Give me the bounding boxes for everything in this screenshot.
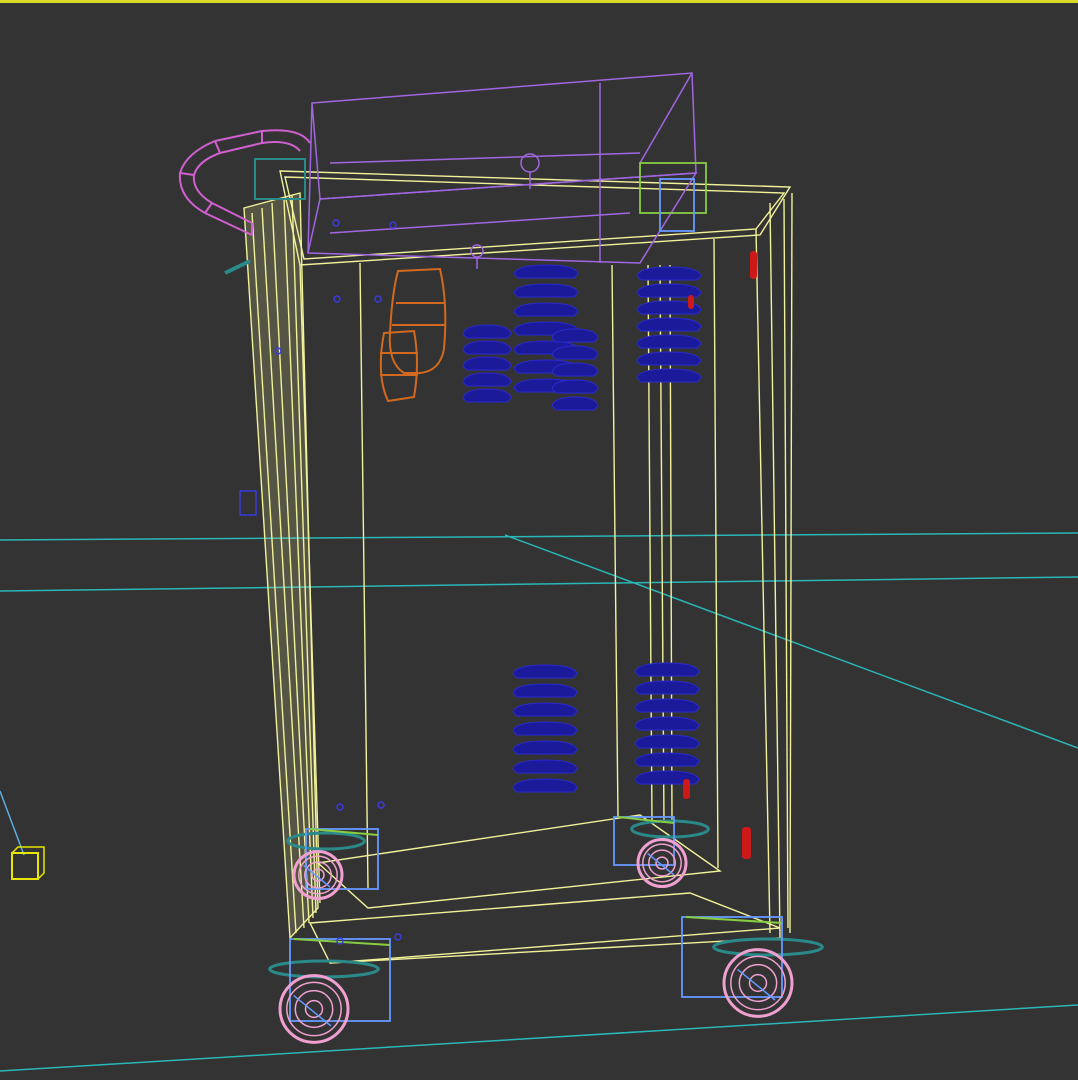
bottle-holder[interactable] [379,267,447,403]
vent-slot [462,340,512,355]
screw-1 [333,295,341,303]
caster[interactable] [613,816,710,889]
vent-slot [512,759,578,774]
vent-slot [551,328,599,343]
screw-8 [394,933,402,941]
cart-front-inner-left [359,262,369,889]
vent-slot [551,362,599,377]
viewport-wireframe[interactable] [0,0,1078,1080]
grid-line-horizon [0,532,1078,541]
cart-right-post-3 [789,192,793,934]
scene-canvas[interactable] [0,3,1078,1080]
screw-3 [332,219,340,227]
red-marker-1 [750,251,757,279]
handle-seg-4 [214,140,221,154]
caster-axle [737,968,776,1001]
vent-slot [634,662,700,677]
vent-slot [512,664,578,679]
vent-slot [512,778,578,793]
cart-right-face-1 [713,238,719,869]
cart-bottom-front-edge [329,937,781,964]
vent-slot [462,324,512,339]
light-helper-box-edge [11,846,45,880]
vent-slot [636,351,702,366]
vent-slot [512,721,578,736]
monitor-box-line-1 [329,152,641,164]
cart-right-post-2 [783,198,789,929]
vent-slot [551,345,599,360]
caster[interactable] [268,938,391,1044]
screw-4 [389,221,397,229]
screw-5 [336,803,344,811]
cart-bottom-frame [308,892,781,964]
caster-wheel [636,837,688,889]
handle-seg-3 [179,172,195,176]
screw-2 [374,295,382,303]
grid-line-front [0,1004,1078,1072]
vent-slot [634,680,700,695]
side-hook [224,259,251,275]
monitor-box-edge-1 [639,72,693,164]
light-helper-box[interactable] [11,852,39,880]
cart-top-inner [284,176,786,260]
grid-line-axis-x [0,576,1078,592]
vent-slot [513,302,579,317]
monitor-box[interactable] [307,72,698,269]
red-marker-4 [742,827,751,859]
vent-slot [551,396,599,411]
vent-slot [636,368,702,383]
caster-plate [685,916,783,924]
bottle-2 [379,329,418,403]
caster-wheel-ring [304,999,324,1019]
cart-right-post-1 [769,202,781,939]
vent-slot [512,683,578,698]
vent-grilles[interactable] [462,264,702,793]
vent-slot [551,379,599,394]
handle-seg-2 [204,202,213,214]
monitor-box-line-2 [329,212,631,234]
vent-slot [634,698,700,713]
cart-left-post [243,192,319,940]
vent-slot [513,283,579,298]
vent-slot [634,716,700,731]
vent-slot [462,372,512,387]
vent-slot [462,388,512,403]
monitor-knob-2[interactable] [470,244,484,258]
cart-back-inner [611,264,619,819]
vent-slot [636,334,702,349]
vent-slot [634,752,700,767]
ground-grid [0,532,1078,1072]
casters[interactable] [268,816,824,1044]
vent-slot [636,266,702,281]
red-marker-3 [683,779,690,799]
wheel-guard [268,959,380,979]
caster-wheel-ring [748,973,768,993]
light-helper-line [0,790,25,856]
vent-slot [512,740,578,755]
vent-slot [636,317,702,332]
vent-slot [513,264,579,279]
light-helper[interactable] [0,790,45,880]
side-latch [239,490,257,516]
caster-wheel-ring [738,963,778,1003]
vent-slot [462,356,512,371]
red-marker-2 [688,295,694,309]
monitor-box-top [307,172,698,264]
caster[interactable] [681,916,824,1018]
screw-6 [377,801,385,809]
vent-slot [634,734,700,749]
caster-wheel-ring [655,856,669,870]
vent-slot [512,702,578,717]
